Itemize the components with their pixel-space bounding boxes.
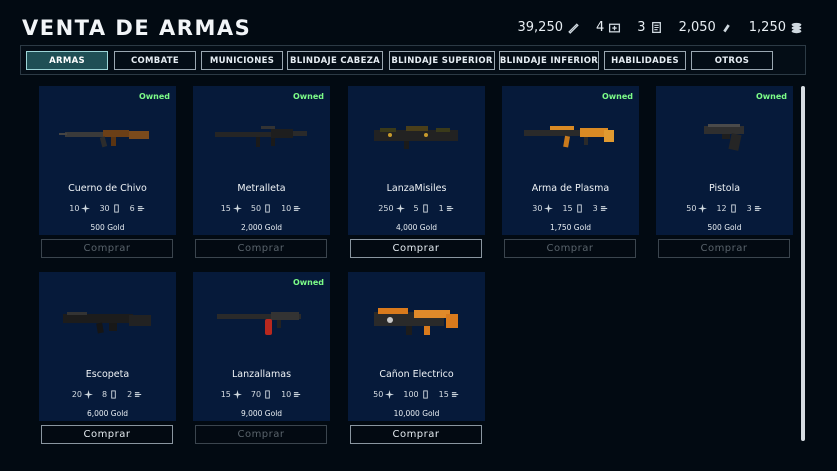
owned-badge: Owned [601,92,633,101]
buy-button[interactable]: Comprar [41,425,173,444]
rate-value: 1 [438,204,444,213]
weapon-name: Lanzallamas [231,369,292,380]
ammo-value: 70 [250,390,262,399]
fire-rate-icon [135,392,142,397]
magazine-icon [730,204,736,213]
buy-button[interactable]: Comprar [350,239,482,258]
buy-button[interactable]: Comprar [658,239,790,258]
magazine-icon [113,204,119,213]
weapon-stats: 50 100 15 [348,390,485,399]
explosion-icon [81,204,91,213]
damage-value: 50 [686,204,697,213]
damage-value: 10 [69,204,80,213]
rate-value: 3 [746,204,752,213]
weapon-list-scrollbar[interactable] [801,86,805,441]
ammo-value: 100 [403,390,419,399]
weapon-name: LanzaMisiles [386,183,447,194]
owned-badge: Owned [292,92,324,101]
damage-value: 30 [532,204,543,213]
weapon-price: 1,750 Gold [549,223,592,232]
damage-value: 20 [71,390,82,399]
owned-badge: Owned [755,92,787,101]
weapon-price: 9,000 Gold [240,409,283,418]
damage-value: 250 [378,204,394,213]
buy-button[interactable]: Comprar [195,425,327,444]
rifle-icon [59,130,149,148]
pistol-icon [704,124,744,151]
weapon-name: Metralleta [237,183,286,194]
weapon-stats: 15 50 10 [193,204,330,213]
ammo-value: 5 [413,204,419,213]
ammo-value: 12 [716,204,727,213]
ammo-value: 15 [562,204,573,213]
explosion-icon [395,204,405,213]
weapon-name: Pistola [708,183,741,194]
buy-button[interactable]: Comprar [350,425,482,444]
fire-rate-icon [451,392,459,397]
magazine-icon [111,390,116,399]
magazine-icon [422,204,428,213]
explosion-icon [698,204,708,213]
buy-button[interactable]: Comprar [41,239,173,258]
damage-value: 50 [373,390,384,399]
rate-value: 10 [281,390,292,399]
rate-value: 6 [129,204,135,213]
shotgun-icon [63,312,151,334]
fire-rate-icon [754,206,761,211]
weapon-name: Arma de Plasma [531,183,610,194]
buy-button[interactable]: Comprar [195,239,327,258]
owned-badge: Owned [138,92,170,101]
rate-value: 3 [592,204,598,213]
fire-rate-icon [600,206,607,211]
rate-value: 15 [438,390,449,399]
electric-cannon-icon [374,308,458,335]
fire-rate-icon [294,392,301,397]
weapon-stats: 30 15 3 [502,204,639,213]
explosion-icon [232,204,242,213]
weapon-name: Cuerno de Chivo [68,183,147,194]
explosion-icon [232,390,242,399]
owned-badge: Owned [292,278,324,287]
explosion-icon [84,390,93,399]
weapon-price: 10,000 Gold [393,409,440,418]
plasma-gun-icon [524,126,614,148]
weapon-price: 2,000 Gold [240,223,283,232]
ammo-value: 50 [250,204,262,213]
weapon-price: 6,000 Gold [86,409,129,418]
weapon-name: Cañon Electrico [379,369,454,380]
magazine-icon [422,390,428,399]
explosion-icon [385,390,395,399]
buy-button[interactable]: Comprar [504,239,636,258]
magazine-icon [265,204,270,213]
rate-value: 10 [281,204,292,213]
weapon-stats: 15 70 10 [193,390,330,399]
weapon-price: 4,000 Gold [395,223,438,232]
weapon-stats: 20 8 2 [39,390,176,399]
magazine-icon [576,204,582,213]
machine-gun-icon [215,126,307,147]
ammo-value: 30 [99,204,110,213]
weapon-price: 500 Gold [90,223,125,232]
weapon-name: Escopeta [85,369,130,380]
weapon-stats: 50 12 3 [656,204,793,213]
fire-rate-icon [137,206,144,211]
weapon-stats: 10 30 6 [39,204,176,213]
fire-rate-icon [446,206,453,211]
weapon-stats: 250 5 1 [348,204,485,213]
damage-value: 15 [220,390,231,399]
magazine-icon [265,390,270,399]
ammo-value: 8 [102,390,108,399]
flamethrower-icon [217,312,301,335]
fire-rate-icon [294,206,301,211]
rate-value: 2 [127,390,133,399]
weapon-grid: Owned Cuerno de Chivo 10 30 6 500 Gold C… [0,0,837,471]
damage-value: 15 [220,204,231,213]
explosion-icon [544,204,554,213]
weapon-price: 500 Gold [707,223,742,232]
rocket-launcher-icon [374,126,458,149]
